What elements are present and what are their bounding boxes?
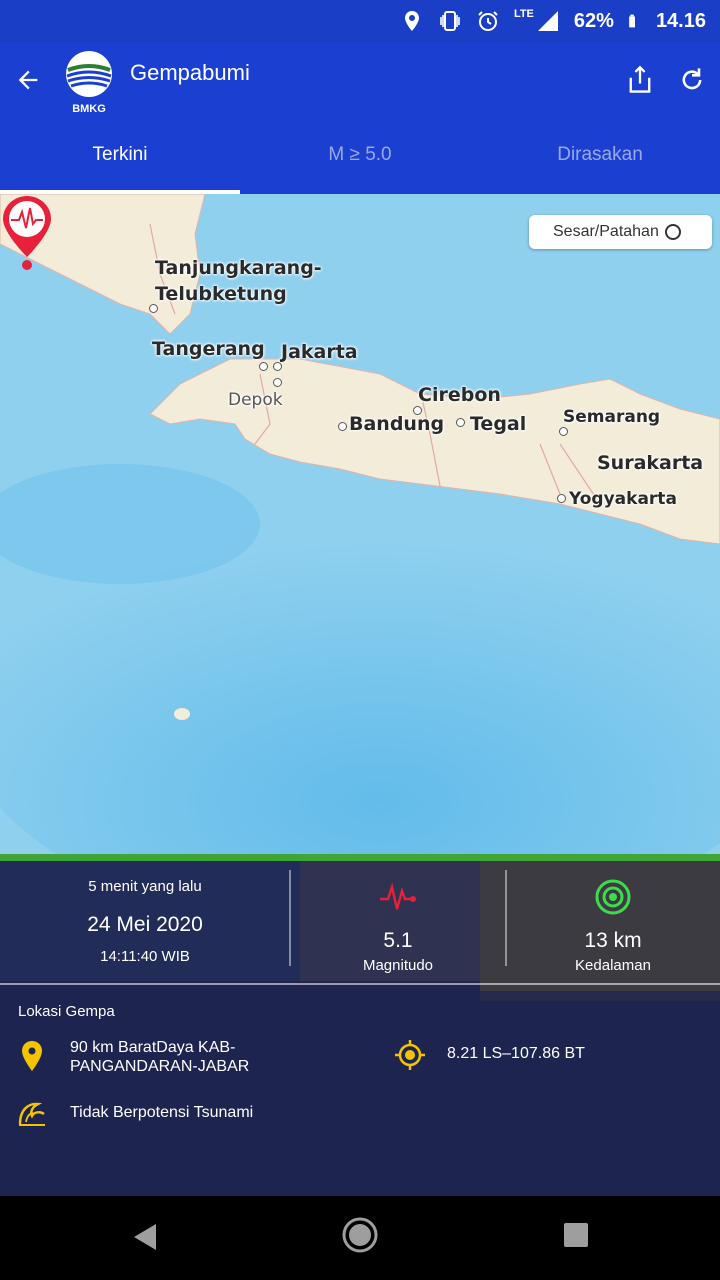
city-label: Bandung: [349, 413, 445, 435]
tsunami-wave-icon: [18, 1102, 45, 1126]
refresh-icon: [682, 68, 702, 90]
depth-value: 13 km: [584, 929, 642, 952]
depth-column: 13 km Kedalaman: [506, 861, 720, 981]
fault-radio-icon: [664, 224, 681, 240]
city-label: Semarang: [563, 407, 661, 427]
back-arrow-icon: [18, 70, 38, 90]
tab-dirasakan[interactable]: Dirasakan: [480, 120, 720, 194]
earthquake-marker-icon[interactable]: [0, 194, 54, 272]
fault-toggle[interactable]: Sesar/Patahan: [529, 215, 712, 249]
city-dot: [559, 427, 568, 436]
clock: 14.16: [655, 9, 706, 32]
city-dot: [259, 362, 268, 371]
city-label: Depok: [228, 390, 283, 410]
panel-accent-line: [0, 854, 720, 861]
seismograph-icon: [380, 882, 416, 910]
divider: [0, 983, 720, 985]
map-background: [0, 194, 720, 854]
location-pin-icon: [22, 1041, 42, 1071]
tab-terkini[interactable]: Terkini: [0, 120, 240, 194]
logo-text: BMKG: [72, 103, 106, 115]
city-dot: [273, 378, 282, 387]
tsunami-status: Tidak Berpotensi Tsunami: [70, 1104, 254, 1121]
bmkg-logo: BMKG: [64, 50, 114, 115]
city-label: Jakarta: [281, 341, 358, 363]
system-nav-bar: [0, 1196, 720, 1280]
battery-icon: [629, 14, 635, 28]
magnitude-label: Magnitudo: [362, 957, 434, 974]
location-title: Lokasi Gempa: [18, 1003, 115, 1020]
time-ago: 5 menit yang lalu: [88, 878, 202, 895]
nav-recents-icon[interactable]: [562, 1221, 590, 1249]
city-dot: [456, 418, 465, 427]
city-label: Yogyakarta: [569, 489, 677, 509]
battery-percent: 62%: [573, 9, 614, 32]
depth-label: Kedalaman: [575, 957, 651, 974]
share-icon: [629, 65, 651, 93]
city-dot: [149, 304, 158, 313]
fault-toggle-label: Sesar/Patahan: [553, 223, 659, 240]
magnitude-value: 5.1: [383, 929, 413, 952]
datetime-column: 5 menit yang lalu 24 Mei 2020 14:11:40 W…: [0, 861, 290, 981]
location-text: 90 km BaratDaya KAB-PANGANDARAN-JABAR: [70, 1039, 250, 1075]
city-dot: [338, 422, 347, 431]
city-label: Surakarta: [597, 452, 704, 474]
coordinates-text: 8.21 LS–107.86 BT: [447, 1045, 585, 1062]
tab-m5[interactable]: M ≥ 5.0: [240, 120, 480, 194]
vibrate-icon: [440, 11, 460, 31]
network-type: LTE: [513, 8, 534, 20]
back-button[interactable]: [8, 60, 48, 100]
nav-back-icon[interactable]: [128, 1220, 162, 1254]
magnitude-column: 5.1 Magnitudo: [290, 861, 506, 981]
alarm-icon: [478, 11, 498, 31]
city-label: Telubketung: [155, 283, 287, 305]
refresh-button[interactable]: [672, 60, 712, 100]
city-label: Tangerang: [152, 338, 265, 360]
page-title: Gempabumi: [130, 60, 250, 85]
city-dot: [273, 362, 282, 371]
status-bar: LTE 62% 14.16: [0, 0, 720, 42]
depth-icon: [595, 879, 631, 915]
signal-icon: [537, 11, 558, 31]
quake-time: 14:11:40 WIB: [100, 948, 190, 965]
city-dot: [557, 494, 566, 503]
share-button[interactable]: [620, 60, 660, 100]
tab-bar: Terkini M ≥ 5.0 Dirasakan: [0, 120, 720, 194]
location-icon: [404, 11, 419, 31]
app-bar: BMKG Gempabumi: [0, 42, 720, 120]
city-label: Tegal: [470, 413, 527, 435]
status-icons: LTE 62% 14.16: [400, 0, 706, 42]
bmkg-logo-icon: [66, 51, 112, 97]
city-label: Tanjungkarang-: [155, 257, 322, 279]
earthquake-map[interactable]: Sesar/Patahan Tanjungkarang- Telubketung…: [0, 194, 720, 854]
nav-home-icon[interactable]: [340, 1215, 380, 1255]
earthquake-info-panel: 5 menit yang lalu 24 Mei 2020 14:11:40 W…: [0, 854, 720, 1196]
coordinate-target-icon: [395, 1040, 425, 1070]
quake-date: 24 Mei 2020: [87, 913, 203, 936]
city-label: Cirebon: [418, 384, 501, 406]
